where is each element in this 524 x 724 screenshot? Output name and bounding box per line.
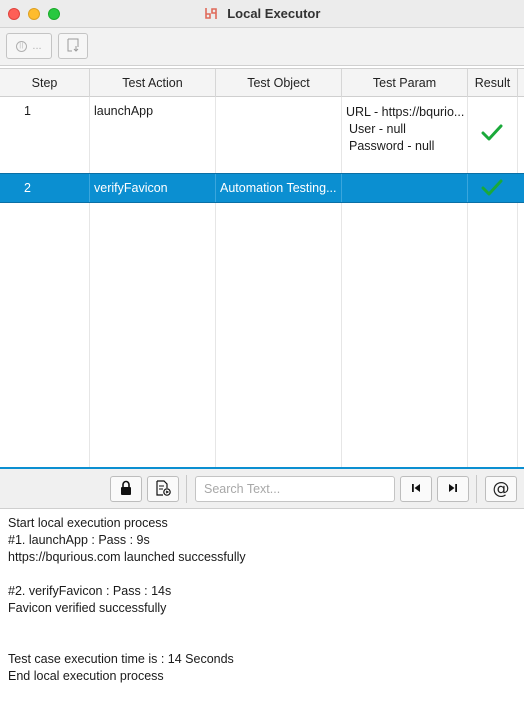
pause-icon: || [16, 40, 28, 52]
table-row[interactable]: 1 launchApp URL - https://bqurio... User… [0, 97, 524, 173]
column-header-test-object[interactable]: Test Object [216, 69, 342, 97]
search-input[interactable] [195, 476, 395, 502]
steps-table: Step Test Action Test Object Test Param … [0, 68, 524, 469]
toolbar-separator [186, 475, 187, 503]
column-header-test-param[interactable]: Test Param [342, 69, 468, 97]
column-header-result[interactable]: Result [468, 69, 518, 97]
email-button[interactable]: @ [485, 476, 517, 502]
log-line: https://bqurious.com launched successful… [8, 550, 246, 564]
export-icon [66, 38, 80, 55]
test-object-cell: Automation Testing... [220, 181, 337, 195]
log-line: End local execution process [8, 669, 164, 683]
skip-next-icon [447, 482, 459, 497]
log-line: Test case execution time is : 14 Seconds [8, 652, 234, 666]
title-bar: Local Executor [0, 0, 524, 28]
next-match-button[interactable] [437, 476, 469, 502]
window-title-group: Local Executor [0, 6, 524, 21]
step-cell: 2 [24, 181, 31, 195]
table-row-selected[interactable]: 2 verifyFavicon Automation Testing... [0, 173, 524, 203]
test-action-cell: launchApp [94, 104, 154, 118]
export-log-button[interactable] [147, 476, 179, 502]
previous-match-button[interactable] [400, 476, 432, 502]
row-divider [215, 174, 216, 202]
export-button[interactable] [58, 33, 88, 59]
top-toolbar: || ... [0, 28, 524, 66]
pause-button[interactable]: || ... [6, 33, 52, 59]
pass-check-icon [481, 179, 503, 200]
step-cell: 1 [24, 104, 31, 118]
log-toolbar: @ [0, 469, 524, 509]
row-divider [341, 174, 342, 202]
skip-previous-icon [410, 482, 422, 497]
param-line: URL - https://bqurio... [346, 105, 465, 119]
execution-log[interactable]: Start local execution process #1. launch… [0, 510, 524, 724]
pass-check-icon [481, 124, 503, 145]
test-action-cell: verifyFavicon [94, 181, 168, 195]
window-title: Local Executor [227, 6, 321, 21]
log-line: #1. launchApp : Pass : 9s [8, 533, 150, 547]
row-divider [89, 174, 90, 202]
pause-button-label: ... [32, 40, 42, 52]
param-line: Password - null [349, 139, 435, 153]
at-icon: @ [492, 479, 510, 499]
export-log-icon [155, 479, 171, 499]
param-line: User - null [349, 122, 406, 136]
lock-button[interactable] [110, 476, 142, 502]
test-param-cell: URL - https://bqurio... User - null Pass… [346, 104, 466, 155]
log-line: Favicon verified successfully [8, 601, 167, 615]
toolbar-separator [476, 475, 477, 503]
row-divider [467, 174, 468, 202]
log-line: #2. verifyFavicon : Pass : 14s [8, 584, 172, 598]
column-header-step[interactable]: Step [0, 69, 90, 97]
bq-logo-icon [204, 7, 218, 21]
table-header: Step Test Action Test Object Test Param … [0, 69, 524, 97]
column-header-test-action[interactable]: Test Action [90, 69, 216, 97]
lock-icon [119, 480, 133, 499]
log-line: Start local execution process [8, 516, 168, 530]
